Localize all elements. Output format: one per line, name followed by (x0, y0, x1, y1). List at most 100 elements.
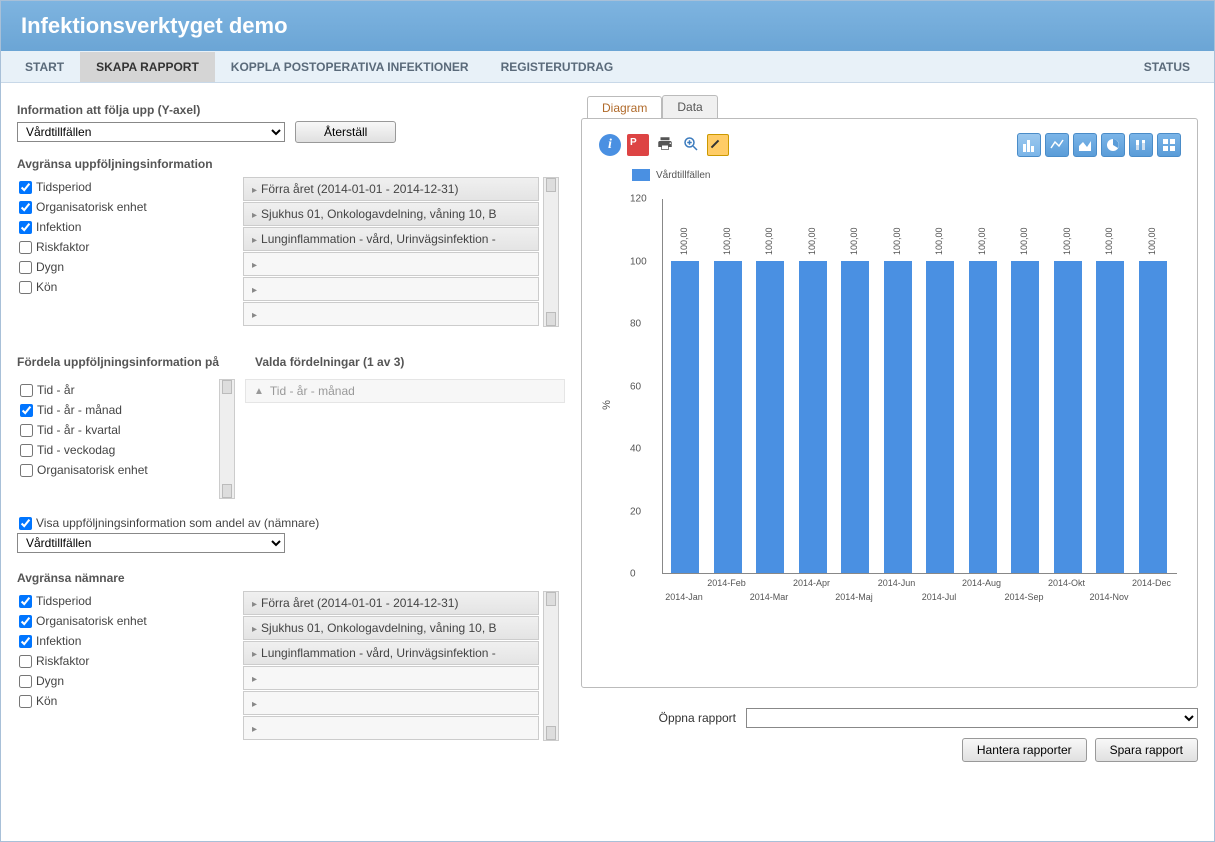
reset-button[interactable]: Återställ (295, 121, 396, 143)
filter2-check-2[interactable]: Infektion (17, 631, 239, 651)
edit-icon[interactable] (706, 133, 730, 157)
x-tick-6: 2014-Jul (922, 592, 957, 602)
filter2-value-3[interactable]: ▸ (243, 666, 539, 690)
filter1-value-0[interactable]: ▸Förra året (2014-01-01 - 2014-12-31) (243, 177, 539, 201)
filter1-checkbox-0[interactable] (19, 181, 32, 194)
x-tick-11: 2014-Dec (1132, 578, 1171, 588)
filter1-value-2[interactable]: ▸Lunginflammation - vård, Urinvägsinfekt… (243, 227, 539, 251)
title-bar: Infektionsverktyget demo (1, 1, 1214, 51)
filter1-check-1[interactable]: Organisatorisk enhet (17, 197, 239, 217)
x-tick-7: 2014-Aug (962, 578, 1001, 588)
bar-label-0: 100,00 (679, 227, 689, 255)
filter2-checkbox-1[interactable] (19, 615, 32, 628)
print-icon[interactable] (654, 133, 676, 155)
filter1-value-4[interactable]: ▸ (243, 277, 539, 301)
filter2-checkbox-5[interactable] (19, 695, 32, 708)
chart-type-bar-icon[interactable] (1017, 133, 1041, 157)
expand-icon: ▸ (252, 260, 257, 271)
manage-reports-button[interactable]: Hantera rapporter (962, 738, 1087, 762)
dist-check-2[interactable]: Tid - år - kvartal (18, 420, 214, 440)
nav-skapa-rapport[interactable]: SKAPA RAPPORT (80, 52, 215, 82)
proportion-label: Visa uppföljningsinformation som andel a… (36, 516, 319, 530)
move-up-icon[interactable]: ▲ (254, 386, 264, 397)
dist-check-label-1: Tid - år - månad (37, 403, 122, 417)
filter2-checkbox-2[interactable] (19, 635, 32, 648)
filter2-value-0[interactable]: ▸Förra året (2014-01-01 - 2014-12-31) (243, 591, 539, 615)
filter1-checkbox-4[interactable] (19, 261, 32, 274)
filter1-checkbox-5[interactable] (19, 281, 32, 294)
dist-check-0[interactable]: Tid - år (18, 380, 214, 400)
filter1-check-label-1: Organisatorisk enhet (36, 200, 147, 214)
filter1-checkbox-3[interactable] (19, 241, 32, 254)
filter1-check-5[interactable]: Kön (17, 277, 239, 297)
bar-10 (1096, 261, 1124, 574)
filter2-check-4[interactable]: Dygn (17, 671, 239, 691)
dist-checkbox-0[interactable] (20, 384, 33, 397)
filter1-checkbox-2[interactable] (19, 221, 32, 234)
app-frame: Infektionsverktyget demo START SKAPA RAP… (0, 0, 1215, 842)
open-report-select[interactable] (746, 708, 1198, 728)
sel-dist-label: Valda fördelningar (1 av 3) (255, 355, 565, 369)
dist-check-3[interactable]: Tid - veckodag (18, 440, 214, 460)
chart-type-grid-icon[interactable] (1157, 133, 1181, 157)
dist-checkbox-2[interactable] (20, 424, 33, 437)
dist-checkbox-1[interactable] (20, 404, 33, 417)
bar-label-2: 100,00 (764, 227, 774, 255)
chart-toolbar: i (592, 129, 1187, 161)
chart-type-area-icon[interactable] (1073, 133, 1097, 157)
info-select[interactable]: Vårdtillfällen (17, 122, 285, 142)
proportion-checkbox[interactable] (19, 517, 32, 530)
expand-icon: ▸ (252, 724, 257, 735)
filter2-check-label-5: Kön (36, 694, 57, 708)
filter2-value-5[interactable]: ▸ (243, 716, 539, 740)
filter2-value-2[interactable]: ▸Lunginflammation - vård, Urinvägsinfekt… (243, 641, 539, 665)
dist-checkbox-4[interactable] (20, 464, 33, 477)
filter1-checkbox-1[interactable] (19, 201, 32, 214)
filter1-check-0[interactable]: Tidsperiod (17, 177, 239, 197)
filter1-value-3[interactable]: ▸ (243, 252, 539, 276)
dist-checkbox-3[interactable] (20, 444, 33, 457)
nav-registerutdrag[interactable]: REGISTERUTDRAG (485, 52, 630, 82)
y-tick: 80 (630, 319, 641, 330)
nav-status[interactable]: STATUS (1128, 52, 1206, 82)
info-icon[interactable]: i (598, 133, 622, 157)
filter2-checkbox-4[interactable] (19, 675, 32, 688)
proportion-select[interactable]: Vårdtillfällen (17, 533, 285, 553)
dist-check-1[interactable]: Tid - år - månad (18, 400, 214, 420)
chart-type-stacked-icon[interactable] (1129, 133, 1153, 157)
filter2-check-5[interactable]: Kön (17, 691, 239, 711)
filter2-check-0[interactable]: Tidsperiod (17, 591, 239, 611)
zoom-icon[interactable] (680, 133, 702, 155)
filter-block-1: Tidsperiod Organisatorisk enhet InfektionR… (17, 177, 565, 327)
plot-area: 100,00100,00100,00100,00100,00100,00100,… (662, 199, 1177, 574)
scrollbar[interactable] (543, 177, 559, 327)
x-tick-4: 2014-Maj (835, 592, 873, 602)
chart-type-pie-icon[interactable] (1101, 133, 1125, 157)
filter2-checkbox-0[interactable] (19, 595, 32, 608)
tab-data[interactable]: Data (662, 95, 717, 118)
filter1-value-5[interactable]: ▸ (243, 302, 539, 326)
filter2-value-1[interactable]: ▸Sjukhus 01, Onkologavdelning, våning 10… (243, 616, 539, 640)
proportion-checkbox-row[interactable]: Visa uppföljningsinformation som andel a… (17, 513, 565, 533)
tab-diagram[interactable]: Diagram (587, 96, 662, 119)
selected-distribution-item[interactable]: ▲ Tid - år - månad (245, 379, 565, 403)
nav-start[interactable]: START (9, 52, 80, 82)
scrollbar[interactable] (543, 591, 559, 741)
filter2-check-3[interactable]: Riskfaktor (17, 651, 239, 671)
dist-check-4[interactable]: Organisatorisk enhet (18, 460, 214, 480)
nav-koppla[interactable]: KOPPLA POSTOPERATIVA INFEKTIONER (215, 52, 485, 82)
bar-9 (1054, 261, 1082, 574)
filter2-value-4[interactable]: ▸ (243, 691, 539, 715)
chart-type-line-icon[interactable] (1045, 133, 1069, 157)
powerpoint-icon[interactable] (626, 133, 650, 157)
filter2-checkbox-3[interactable] (19, 655, 32, 668)
filter1-check-4[interactable]: Dygn (17, 257, 239, 277)
filter2-check-1[interactable]: Organisatorisk enhet (17, 611, 239, 631)
bar-label-11: 100,00 (1147, 227, 1157, 255)
scrollbar[interactable] (219, 379, 235, 499)
filter1-check-3[interactable]: Riskfaktor (17, 237, 239, 257)
filter1-value-1[interactable]: ▸Sjukhus 01, Onkologavdelning, våning 10… (243, 202, 539, 226)
save-report-button[interactable]: Spara rapport (1095, 738, 1198, 762)
filter1-check-2[interactable]: Infektion (17, 217, 239, 237)
dist-label: Fördela uppföljningsinformation på (17, 355, 245, 369)
